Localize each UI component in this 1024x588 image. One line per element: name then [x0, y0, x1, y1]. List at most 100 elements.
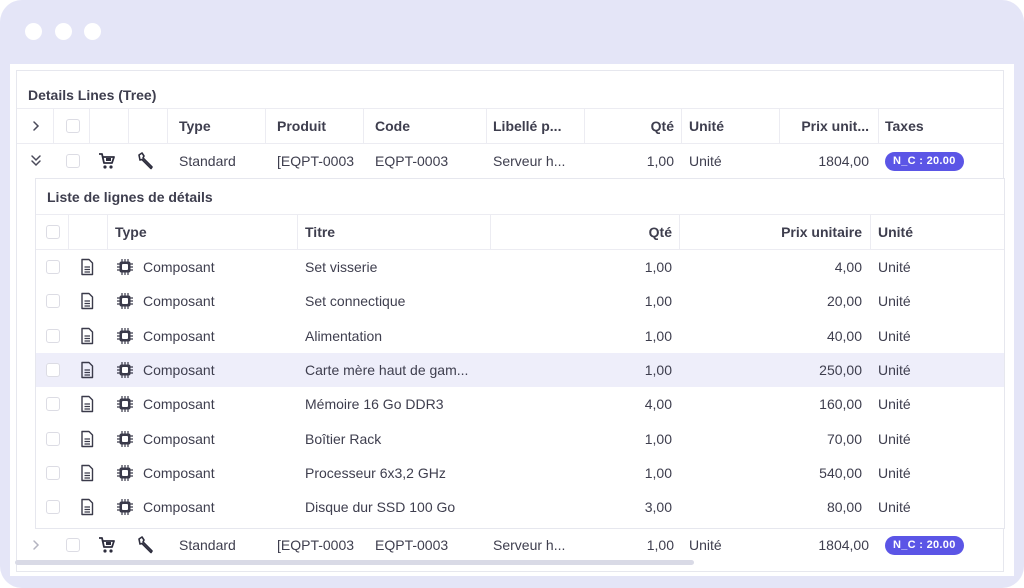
window-dot-1[interactable]	[25, 23, 42, 40]
col-prix[interactable]: Prix unit...	[787, 109, 869, 143]
sub-table-row[interactable]: Composant Processeur 6x3,2 GHz 1,00 540,00 U…	[36, 456, 1004, 490]
cell-libelle: Serveur h...	[493, 153, 566, 169]
cell-qte: 1,00	[646, 153, 674, 169]
sub-row-checkbox[interactable]	[46, 294, 60, 309]
document-icon[interactable]	[78, 395, 96, 413]
document-icon[interactable]	[78, 292, 96, 310]
col-qte[interactable]: Qté	[597, 109, 674, 143]
sub-cell-qte: 3,00	[644, 499, 672, 516]
horizontal-scrollbar[interactable]	[15, 560, 694, 565]
window-dot-2[interactable]	[55, 23, 72, 40]
sub-cell-qte: 1,00	[644, 430, 672, 447]
cell-qte: 1,00	[646, 537, 674, 553]
sub-row-checkbox[interactable]	[46, 431, 60, 446]
sub-row-checkbox[interactable]	[46, 465, 60, 480]
cell-produit: [EQPT-0003	[277, 537, 355, 553]
tax-badge: N_C : 20.00	[885, 152, 964, 171]
cell-prix: 1804,00	[818, 153, 869, 169]
cell-type: Standard	[179, 153, 236, 169]
wrench-icon	[137, 536, 155, 554]
document-icon[interactable]	[78, 327, 96, 345]
sub-cell-prix: 250,00	[819, 361, 862, 378]
sub-cell-prix: 20,00	[826, 293, 862, 310]
sub-table-row[interactable]: Composant Set visserie 1,00 4,00 Unité	[36, 250, 1004, 284]
sub-cell-unite: Unité	[878, 464, 911, 481]
col-unite[interactable]: Unité	[689, 109, 724, 143]
document-icon[interactable]	[78, 430, 96, 448]
sub-cell-qte: 1,00	[644, 361, 672, 378]
sub-cell-unite: Unité	[878, 327, 911, 344]
sub-table-row[interactable]: Composant Disque dur SSD 100 Go 3,00 80,00 U…	[36, 490, 1004, 524]
sub-cell-qte: 1,00	[644, 293, 672, 310]
cart-icon	[98, 536, 116, 554]
sub-row-checkbox[interactable]	[46, 260, 60, 274]
sub-table-row[interactable]: Composant Set connectique 1,00 20,00 Unité	[36, 284, 1004, 318]
main-row[interactable]: Standard [EQPT-0003 EQPT-0003 Serveur h.…	[17, 144, 1003, 178]
sub-cell-qte: 1,00	[644, 327, 672, 344]
sub-row-checkbox[interactable]	[46, 500, 60, 515]
window-dot-3[interactable]	[84, 23, 101, 40]
main-header-row: Type Produit Code Libellé p... Qté Unité…	[17, 109, 1003, 143]
content-area: Details Lines (Tree) Type Produit Code L…	[10, 64, 1014, 576]
chip-icon	[116, 498, 134, 516]
document-icon[interactable]	[78, 498, 96, 516]
sub-col-prix[interactable]: Prix unitaire	[736, 215, 862, 249]
sub-cell-type: Composant	[143, 259, 215, 275]
row-checkbox[interactable]	[66, 154, 80, 168]
cell-code: EQPT-0003	[375, 153, 449, 169]
chip-icon	[116, 395, 134, 413]
chip-icon	[116, 327, 134, 345]
sub-cell-titre: Boîtier Rack	[305, 430, 382, 447]
sub-cell-unite: Unité	[878, 396, 911, 413]
sub-cell-type: Composant	[143, 430, 215, 447]
sub-cell-prix: 160,00	[819, 396, 862, 413]
col-taxes[interactable]: Taxes	[885, 109, 924, 143]
sub-cell-type: Composant	[143, 464, 215, 481]
sub-table-row[interactable]: Composant Mémoire 16 Go DDR3 4,00 160,00 Uni…	[36, 387, 1004, 421]
sub-table-row[interactable]: Composant Boîtier Rack 1,00 70,00 Unité	[36, 422, 1004, 456]
sub-table-row[interactable]: Composant Carte mère haut de gam... 1,00 25…	[36, 352, 1004, 387]
sub-cell-qte: 1,00	[644, 464, 672, 481]
cell-prix: 1804,00	[818, 537, 869, 553]
chevron-right-icon[interactable]	[27, 117, 45, 135]
sub-cell-prix: 4,00	[834, 259, 862, 275]
sub-cell-type: Composant	[143, 327, 215, 344]
sub-row-checkbox[interactable]	[46, 328, 60, 343]
chip-icon	[116, 292, 134, 310]
document-icon[interactable]	[78, 258, 96, 276]
sub-table-row[interactable]: Composant Alimentation 1,00 40,00 Unité	[36, 319, 1004, 353]
sub-cell-prix: 80,00	[826, 499, 862, 516]
col-type[interactable]: Type	[179, 109, 211, 143]
sub-cell-unite: Unité	[878, 361, 911, 378]
sub-cell-titre: Mémoire 16 Go DDR3	[305, 396, 444, 413]
sub-col-qte[interactable]: Qté	[556, 215, 672, 249]
col-libelle[interactable]: Libellé p...	[493, 109, 583, 143]
row-checkbox[interactable]	[66, 538, 80, 552]
tax-badge: N_C : 20.00	[885, 536, 964, 555]
wrench-icon	[137, 152, 155, 170]
double-chevron-down-icon[interactable]	[27, 152, 45, 170]
cell-type: Standard	[179, 537, 236, 553]
sub-cell-qte: 1,00	[644, 259, 672, 275]
sub-select-all-checkbox[interactable]	[46, 225, 60, 239]
sub-row-checkbox[interactable]	[46, 362, 60, 377]
sub-row-checkbox[interactable]	[46, 397, 60, 412]
chip-icon	[116, 258, 134, 276]
document-icon[interactable]	[78, 464, 96, 482]
cell-code: EQPT-0003	[375, 537, 449, 553]
sub-cell-prix: 540,00	[819, 464, 862, 481]
select-all-checkbox[interactable]	[66, 119, 80, 133]
chip-icon	[116, 361, 134, 379]
sub-cell-prix: 40,00	[826, 327, 862, 344]
sub-cell-titre: Set connectique	[305, 293, 406, 310]
chip-icon	[116, 430, 134, 448]
col-produit[interactable]: Produit	[277, 109, 326, 143]
col-code[interactable]: Code	[375, 109, 410, 143]
sub-cell-titre: Disque dur SSD 100 Go	[305, 499, 456, 516]
sub-col-titre[interactable]: Titre	[305, 215, 335, 249]
document-icon[interactable]	[78, 361, 96, 379]
sub-col-unite[interactable]: Unité	[878, 215, 913, 249]
chevron-right-icon[interactable]	[27, 536, 45, 554]
sub-col-type[interactable]: Type	[115, 215, 147, 249]
main-row[interactable]: Standard [EQPT-0003 EQPT-0003 Serveur h.…	[17, 528, 1003, 562]
